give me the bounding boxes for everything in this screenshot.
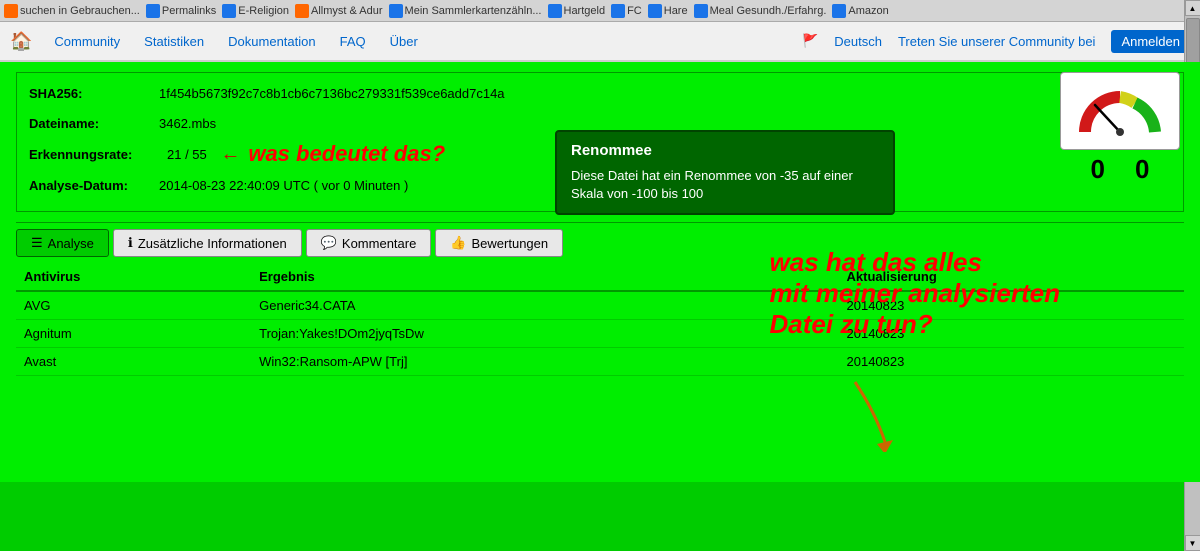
bookmark-icon xyxy=(648,4,662,18)
bookmark-icon xyxy=(4,4,18,18)
bookmark-item[interactable]: Meal Gesundh./Erfahrg. xyxy=(694,4,827,18)
gauge-visual xyxy=(1060,72,1180,150)
sha256-value: 1f454b5673f92c7c8b1cb6c7136bc279331f539c… xyxy=(159,86,505,101)
dateiname-value: 3462.mbs xyxy=(159,116,216,131)
analyse-datum-value: 2014-08-23 22:40:09 UTC ( vor 0 Minuten … xyxy=(159,178,408,193)
nav-right: 🚩 Deutsch Treten Sie unserer Community b… xyxy=(802,30,1190,53)
home-button[interactable]: 🏠 xyxy=(10,31,32,52)
bookmark-item[interactable]: suchen in Gebrauchen... xyxy=(4,4,140,18)
bookmark-icon xyxy=(611,4,625,18)
tab-kommentare-label: Kommentare xyxy=(342,236,416,251)
large-annotation-line2: mit meiner analysierten xyxy=(770,278,1060,309)
table-row: AvastWin32:Ransom-APW [Trj]20140823 xyxy=(16,348,1184,376)
large-annotation-line1: was hat das alles xyxy=(770,247,1060,278)
annotation-text: was bedeutet das? xyxy=(248,141,445,167)
cell-ergebnis: Win32:Ransom-APW [Trj] xyxy=(251,348,838,376)
cell-ergebnis: Generic34.CATA xyxy=(251,291,838,320)
bookmark-icon xyxy=(146,4,160,18)
navbar: 🏠 Community Statistiken Dokumentation FA… xyxy=(0,22,1200,62)
cell-antivirus: Avast xyxy=(16,348,251,376)
tab-zusatzliche-label: Zusätzliche Informationen xyxy=(138,236,287,251)
bookmark-item[interactable]: Permalinks xyxy=(146,4,216,18)
nav-faq[interactable]: FAQ xyxy=(328,34,378,49)
sha256-label: SHA256: xyxy=(29,86,159,101)
tooltip-body: Diese Datei hat ein Renommee von -35 auf… xyxy=(571,167,879,203)
bookmark-item[interactable]: Mein Sammlerkartenzähln... xyxy=(389,4,542,18)
col-ergebnis: Ergebnis xyxy=(251,263,838,291)
scroll-up-button[interactable]: ▲ xyxy=(1185,0,1200,16)
bookmark-icon xyxy=(832,4,846,18)
login-button[interactable]: Anmelden xyxy=(1111,30,1190,53)
analyse-icon: ☰ xyxy=(31,235,43,251)
bookmark-icon xyxy=(548,4,562,18)
tooltip-title: Renommee xyxy=(571,142,879,159)
comment-icon: 💬 xyxy=(321,235,337,251)
thumbsup-icon: 👍 xyxy=(450,235,466,251)
erkennungsrate-label: Erkennungsrate: xyxy=(29,147,159,162)
bookmark-icon xyxy=(295,4,309,18)
large-annotation-line3: Datei zu tun? xyxy=(770,309,1060,340)
tab-analyse-label: Analyse xyxy=(48,236,94,251)
erkennungsrate-value: 21 / 55 xyxy=(167,147,207,162)
sha256-row: SHA256: 1f454b5673f92c7c8b1cb6c7136bc279… xyxy=(29,81,1171,105)
col-antivirus: Antivirus xyxy=(16,263,251,291)
tab-analyse[interactable]: ☰ Analyse xyxy=(16,229,109,257)
cell-antivirus: Agnitum xyxy=(16,320,251,348)
language-selector[interactable]: Deutsch xyxy=(834,34,882,49)
bookmark-bar: suchen in Gebrauchen... Permalinks E-Rel… xyxy=(0,0,1200,22)
gauge-value-2: 0 xyxy=(1135,154,1149,185)
large-annotation: was hat das alles mit meiner analysierte… xyxy=(770,247,1060,341)
bookmark-icon xyxy=(694,4,708,18)
cell-antivirus: AVG xyxy=(16,291,251,320)
tab-bewertungen-label: Bewertungen xyxy=(472,236,549,251)
scroll-down-button[interactable]: ▼ xyxy=(1185,535,1200,551)
tooltip-popup: Renommee Diese Datei hat ein Renommee vo… xyxy=(555,130,895,215)
info-icon: ℹ xyxy=(128,235,133,251)
bookmark-item[interactable]: Hare xyxy=(648,4,688,18)
tab-kommentare[interactable]: 💬 Kommentare xyxy=(306,229,432,257)
gauge-value-1: 0 xyxy=(1091,154,1105,185)
bookmark-item[interactable]: Hartgeld xyxy=(548,4,606,18)
tab-bewertungen[interactable]: 👍 Bewertungen xyxy=(435,229,563,257)
bookmark-item[interactable]: E-Religion xyxy=(222,4,289,18)
dateiname-label: Dateiname: xyxy=(29,116,159,131)
bookmark-icon xyxy=(389,4,403,18)
nav-statistiken[interactable]: Statistiken xyxy=(132,34,216,49)
tab-zusatzliche[interactable]: ℹ Zusätzliche Informationen xyxy=(113,229,302,257)
bookmark-item[interactable]: Allmyst & Adur xyxy=(295,4,383,18)
nav-community[interactable]: Community xyxy=(42,34,132,49)
language-flag: 🚩 xyxy=(802,33,818,49)
nav-dokumentation[interactable]: Dokumentation xyxy=(216,34,327,49)
arrow-annotation-down xyxy=(795,372,915,455)
community-cta[interactable]: Treten Sie unserer Community bei xyxy=(898,34,1096,49)
content-area: SHA256: 1f454b5673f92c7c8b1cb6c7136bc279… xyxy=(0,62,1200,482)
annotation-arrow: ← xyxy=(215,143,241,166)
bookmark-icon xyxy=(222,4,236,18)
nav-uber[interactable]: Über xyxy=(378,34,430,49)
gauge-container: 0 0 xyxy=(1060,72,1180,185)
analyse-datum-label: Analyse-Datum: xyxy=(29,178,159,193)
bookmark-item[interactable]: Amazon xyxy=(832,4,888,18)
bookmark-item[interactable]: FC xyxy=(611,4,642,18)
cell-ergebnis: Trojan:Yakes!DOm2jyqTsDw xyxy=(251,320,838,348)
gauge-values: 0 0 xyxy=(1091,154,1150,185)
